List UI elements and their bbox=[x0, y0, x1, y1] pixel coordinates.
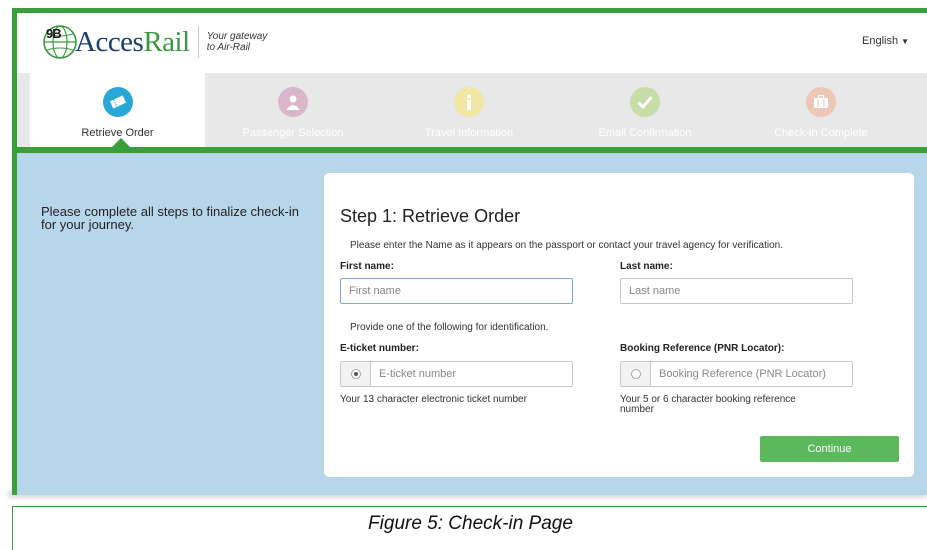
instructions-text: Please enter the Name as it appears on t… bbox=[350, 240, 784, 251]
pnr-input[interactable] bbox=[651, 362, 852, 386]
intro-text: Please complete all steps to finalize ch… bbox=[41, 204, 299, 232]
ticket-icon bbox=[102, 87, 133, 117]
pnr-radio-cell bbox=[621, 362, 651, 386]
pnr-field-group bbox=[620, 361, 853, 387]
site-header: 9B AccesRail Your gateway to Air-Rail En… bbox=[17, 13, 927, 73]
eticket-input[interactable] bbox=[371, 362, 572, 386]
pnr-help-line-2: number bbox=[620, 404, 654, 415]
eticket-help: Your 13 character electronic ticket numb… bbox=[340, 394, 527, 405]
step-label: Passenger Selection bbox=[242, 127, 344, 139]
step-label: Travel Information bbox=[424, 127, 514, 139]
step-passenger-selection[interactable]: Passenger Selection bbox=[205, 73, 381, 152]
pnr-help: Your 5 or 6 character booking reference … bbox=[620, 395, 796, 415]
eticket-radio-cell bbox=[341, 362, 371, 386]
tagline-line-2: to Air-Rail bbox=[206, 42, 251, 53]
eticket-radio[interactable] bbox=[350, 369, 361, 379]
retrieve-order-card: Step 1: Retrieve Order Please enter the … bbox=[324, 173, 914, 477]
logo-word-acces: Acces bbox=[75, 25, 144, 58]
screenshot-frame: 9B AccesRail Your gateway to Air-Rail En… bbox=[12, 8, 927, 495]
first-name-input[interactable] bbox=[340, 278, 573, 304]
main-content: Please complete all steps to finalize ch… bbox=[17, 153, 927, 495]
logo-wordmark: AccesRail bbox=[75, 26, 190, 59]
eticket-label: E-ticket number: bbox=[340, 343, 419, 354]
step-title: Step 1: Retrieve Order bbox=[340, 206, 521, 226]
checkin-steps-bar: Retrieve Order Passenger Selection Trave… bbox=[17, 73, 927, 152]
last-name-label: Last name: bbox=[620, 261, 673, 272]
figure-caption: Figure 5: Check-in Page bbox=[368, 513, 573, 534]
step-travel-information[interactable]: Travel Information bbox=[381, 73, 557, 152]
eticket-field-group bbox=[340, 361, 573, 387]
tagline: Your gateway to Air-Rail bbox=[207, 31, 287, 53]
language-label: English bbox=[862, 35, 899, 47]
logo-divider bbox=[197, 26, 199, 58]
caption-box: Figure 5: Check-in Page bbox=[12, 506, 927, 550]
logo-word-rail: Rail bbox=[143, 25, 190, 58]
luggage-icon bbox=[806, 87, 836, 117]
identification-note: Provide one of the following for identif… bbox=[350, 322, 549, 333]
user-icon bbox=[278, 87, 308, 117]
step-email-confirmation[interactable]: Email Confirmation bbox=[557, 73, 733, 152]
last-name-input[interactable] bbox=[620, 278, 853, 304]
first-name-label: First name: bbox=[340, 261, 394, 272]
pnr-radio[interactable] bbox=[630, 369, 641, 379]
tagline-line-1: Your gateway bbox=[206, 31, 268, 42]
step-label: Email Confirmation bbox=[598, 127, 692, 139]
caret-down-icon: ▼ bbox=[901, 37, 909, 46]
continue-button[interactable]: Continue bbox=[760, 436, 899, 462]
globe-icon: 9B bbox=[41, 23, 79, 61]
step-checkin-complete[interactable]: Check-in Complete bbox=[733, 73, 909, 152]
info-icon bbox=[454, 87, 484, 117]
logo-badge: 9B bbox=[46, 26, 62, 41]
step-label: Check-in Complete bbox=[774, 127, 868, 139]
language-selector[interactable]: English ▼ bbox=[862, 35, 909, 47]
accesrail-logo[interactable]: 9B AccesRail Your gateway to Air-Rail bbox=[41, 23, 287, 61]
pnr-label: Booking Reference (PNR Locator): bbox=[620, 343, 785, 354]
check-icon bbox=[630, 87, 660, 117]
active-step-pointer bbox=[112, 138, 130, 147]
